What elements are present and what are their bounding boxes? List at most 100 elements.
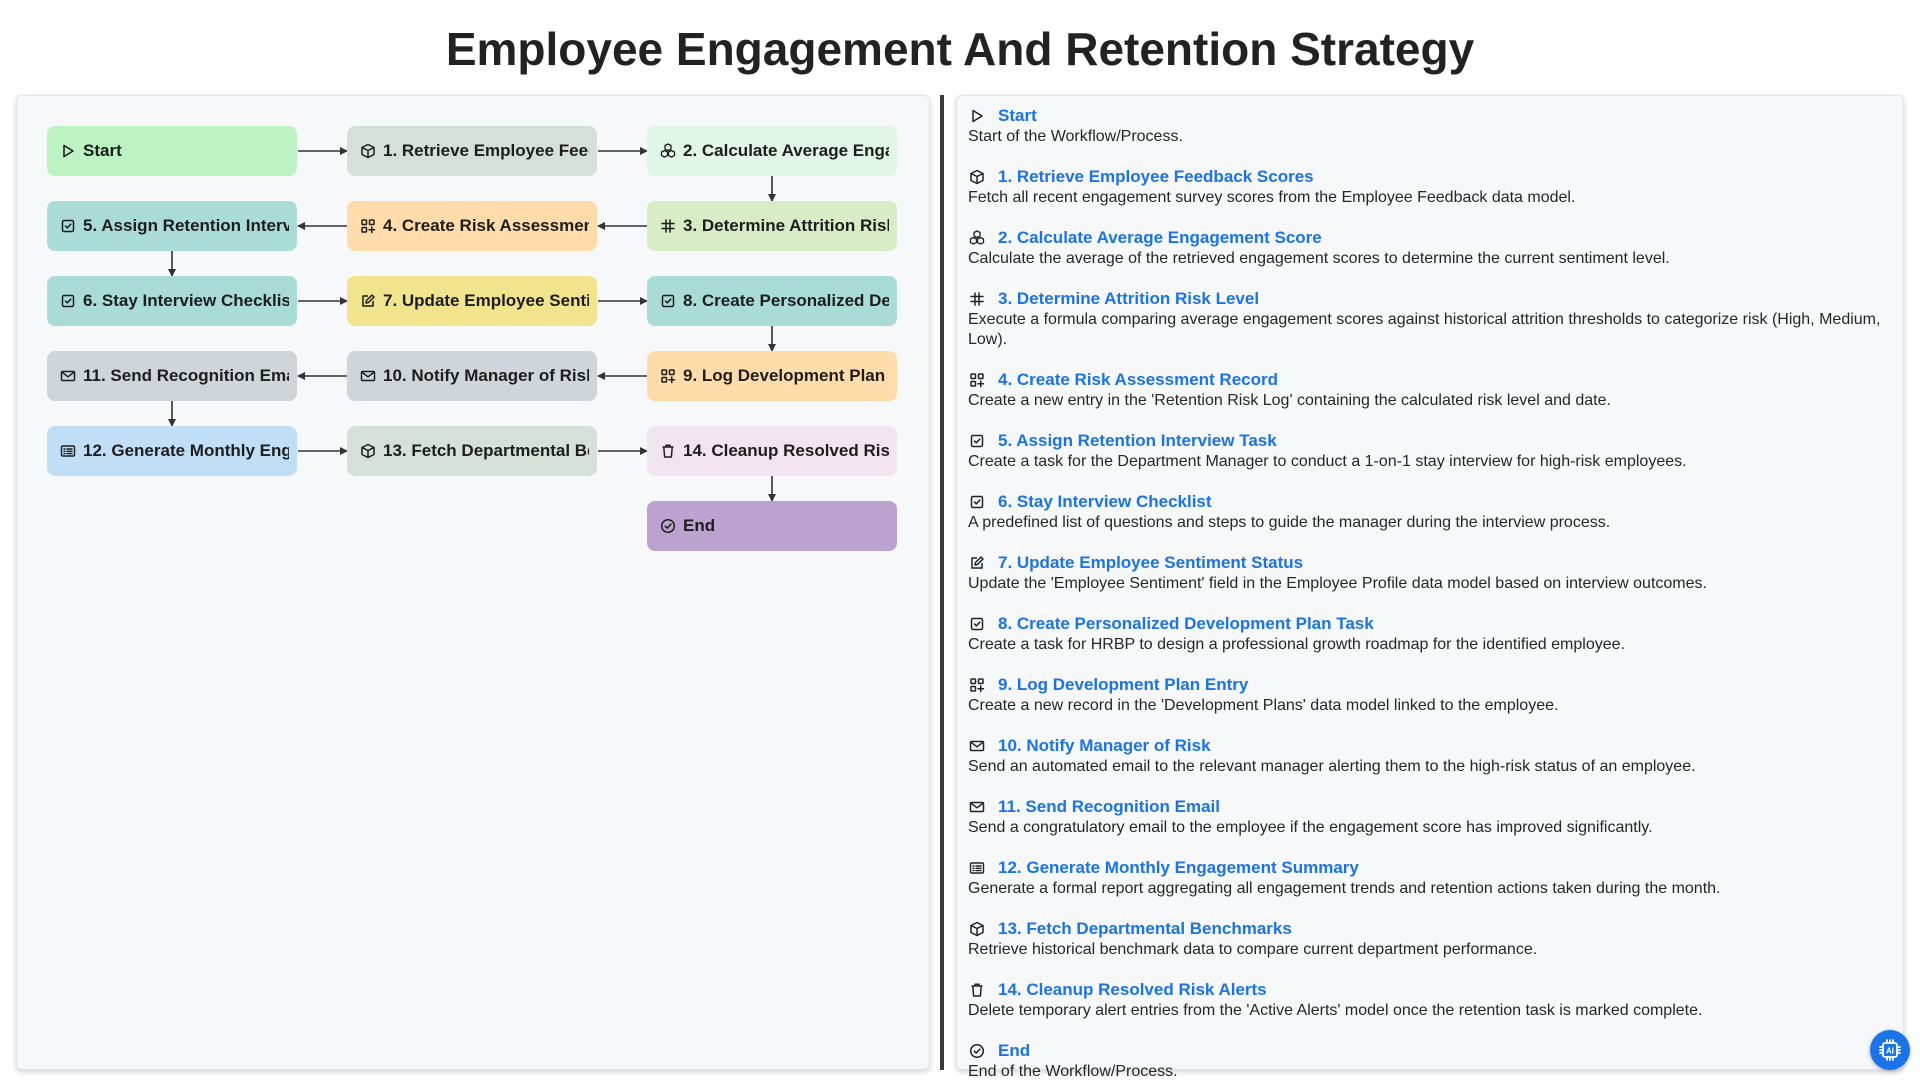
node-log-development-plan[interactable]: 9. Log Development Plan Entry xyxy=(647,351,897,401)
svg-text:AI: AI xyxy=(1886,1047,1894,1056)
node-start[interactable]: Start xyxy=(47,126,297,176)
play-icon xyxy=(59,142,77,160)
node-retention-interview[interactable]: 5. Assign Retention Interview Task xyxy=(47,201,297,251)
grid-plus-icon xyxy=(968,371,986,389)
play-icon xyxy=(968,107,986,125)
step-12: 12. Generate Monthly Engagement Summary … xyxy=(968,858,1891,899)
node-attrition-risk[interactable]: 3. Determine Attrition Risk Level xyxy=(647,201,897,251)
step-description: End of the Workflow/Process. xyxy=(968,1063,1178,1080)
step-description: Send a congratulatory email to the emplo… xyxy=(968,819,1653,836)
mail-icon xyxy=(59,367,77,385)
task-icon xyxy=(59,217,77,235)
node-recognition-email[interactable]: 11. Send Recognition Email xyxy=(47,351,297,401)
trash-icon xyxy=(968,981,986,999)
mail-icon xyxy=(968,798,986,816)
step-description: Retrieve historical benchmark data to co… xyxy=(968,941,1538,958)
step-8: 8. Create Personalized Development Plan … xyxy=(968,614,1891,655)
step-7: 7. Update Employee Sentiment Status Upda… xyxy=(968,553,1891,594)
step-description: Generate a formal report aggregating all… xyxy=(968,880,1721,897)
ai-assistant-button[interactable]: AI xyxy=(1870,1030,1910,1070)
node-development-plan-task[interactable]: 8. Create Personalized Development Plan … xyxy=(647,276,897,326)
step-title[interactable]: Start xyxy=(998,106,1037,126)
mail-icon xyxy=(968,737,986,755)
step-9: 9. Log Development Plan Entry Create a n… xyxy=(968,675,1891,716)
step-3: 3. Determine Attrition Risk Level Execut… xyxy=(968,289,1891,350)
step-13: 13. Fetch Departmental Benchmarks Retrie… xyxy=(968,919,1891,960)
formula-icon xyxy=(968,290,986,308)
report-icon xyxy=(59,442,77,460)
node-end[interactable]: End xyxy=(647,501,897,551)
step-title[interactable]: 6. Stay Interview Checklist xyxy=(998,492,1212,512)
step-10: 10. Notify Manager of Risk Send an autom… xyxy=(968,736,1891,777)
step-description: Update the 'Employee Sentiment' field in… xyxy=(968,575,1707,592)
task-icon xyxy=(659,292,677,310)
report-icon xyxy=(968,859,986,877)
node-calculate-average[interactable]: 2. Calculate Average Engagement Score xyxy=(647,126,897,176)
workflow-diagram: Start 1. Retrieve Employee Feedback Scor… xyxy=(16,95,930,1070)
node-notify-manager[interactable]: 10. Notify Manager of Risk xyxy=(347,351,597,401)
step-description: Execute a formula comparing average enga… xyxy=(968,311,1881,348)
step-1: 1. Retrieve Employee Feedback Scores Fet… xyxy=(968,167,1891,208)
node-departmental-benchmarks[interactable]: 13. Fetch Departmental Benchmarks xyxy=(347,426,597,476)
ai-chip-icon: AI xyxy=(1877,1037,1903,1063)
cube-icon xyxy=(359,142,377,160)
step-title[interactable]: 8. Create Personalized Development Plan … xyxy=(998,614,1374,634)
step-11: 11. Send Recognition Email Send a congra… xyxy=(968,797,1891,838)
cubes-icon xyxy=(968,229,986,247)
step-description: Create a task for HRBP to design a profe… xyxy=(968,636,1625,653)
step-description: Create a new entry in the 'Retention Ris… xyxy=(968,392,1611,409)
grid-plus-icon xyxy=(659,367,677,385)
task-icon xyxy=(968,432,986,450)
step-title[interactable]: 12. Generate Monthly Engagement Summary xyxy=(998,858,1359,878)
grid-plus-icon xyxy=(359,217,377,235)
step-description: Calculate the average of the retrieved e… xyxy=(968,250,1670,267)
step-description: Delete temporary alert entries from the … xyxy=(968,1002,1703,1019)
node-stay-checklist[interactable]: 6. Stay Interview Checklist xyxy=(47,276,297,326)
cube-icon xyxy=(968,168,986,186)
step-title[interactable]: 14. Cleanup Resolved Risk Alerts xyxy=(998,980,1267,1000)
step-title[interactable]: 9. Log Development Plan Entry xyxy=(998,675,1248,695)
step-description: Create a new record in the 'Development … xyxy=(968,697,1559,714)
step-start: Start Start of the Workflow/Process. xyxy=(968,106,1891,147)
check-circle-icon xyxy=(968,1042,986,1060)
step-description: Send an automated email to the relevant … xyxy=(968,758,1696,775)
step-description: A predefined list of questions and steps… xyxy=(968,514,1611,531)
check-circle-icon xyxy=(659,517,677,535)
step-description: Create a task for the Department Manager… xyxy=(968,453,1687,470)
step-title[interactable]: 10. Notify Manager of Risk xyxy=(998,736,1211,756)
task-icon xyxy=(968,493,986,511)
step-title[interactable]: 11. Send Recognition Email xyxy=(998,797,1220,817)
step-4: 4. Create Risk Assessment Record Create … xyxy=(968,370,1891,411)
step-description: Start of the Workflow/Process. xyxy=(968,128,1183,145)
step-title[interactable]: 1. Retrieve Employee Feedback Scores xyxy=(998,167,1314,187)
node-update-sentiment[interactable]: 7. Update Employee Sentiment Status xyxy=(347,276,597,326)
node-cleanup-alerts[interactable]: 14. Cleanup Resolved Risk Alerts xyxy=(647,426,897,476)
edit-icon xyxy=(359,292,377,310)
grid-plus-icon xyxy=(968,676,986,694)
formula-icon xyxy=(659,217,677,235)
step-title[interactable]: 7. Update Employee Sentiment Status xyxy=(998,553,1303,573)
step-title[interactable]: 2. Calculate Average Engagement Score xyxy=(998,228,1322,248)
node-monthly-summary[interactable]: 12. Generate Monthly Engagement Summary xyxy=(47,426,297,476)
mail-icon xyxy=(359,367,377,385)
trash-icon xyxy=(659,442,677,460)
step-title[interactable]: 5. Assign Retention Interview Task xyxy=(998,431,1277,451)
task-icon xyxy=(968,615,986,633)
step-title[interactable]: 3. Determine Attrition Risk Level xyxy=(998,289,1259,309)
task-icon xyxy=(59,292,77,310)
node-risk-assessment[interactable]: 4. Create Risk Assessment Record xyxy=(347,201,597,251)
node-retrieve-feedback[interactable]: 1. Retrieve Employee Feedback Scores xyxy=(347,126,597,176)
step-6: 6. Stay Interview Checklist A predefined… xyxy=(968,492,1891,533)
step-14: 14. Cleanup Resolved Risk Alerts Delete … xyxy=(968,980,1891,1021)
step-title[interactable]: End xyxy=(998,1041,1030,1061)
cube-icon xyxy=(968,920,986,938)
page-title: Employee Engagement And Retention Strate… xyxy=(445,23,1475,75)
step-2: 2. Calculate Average Engagement Score Ca… xyxy=(968,228,1891,269)
steps-list: Start Start of the Workflow/Process. 1. … xyxy=(956,95,1904,1080)
cubes-icon xyxy=(659,142,677,160)
step-title[interactable]: 4. Create Risk Assessment Record xyxy=(998,370,1278,390)
step-title[interactable]: 13. Fetch Departmental Benchmarks xyxy=(998,919,1292,939)
cube-icon xyxy=(359,442,377,460)
panel-divider[interactable] xyxy=(940,95,944,1070)
step-end: End End of the Workflow/Process. xyxy=(968,1041,1891,1082)
